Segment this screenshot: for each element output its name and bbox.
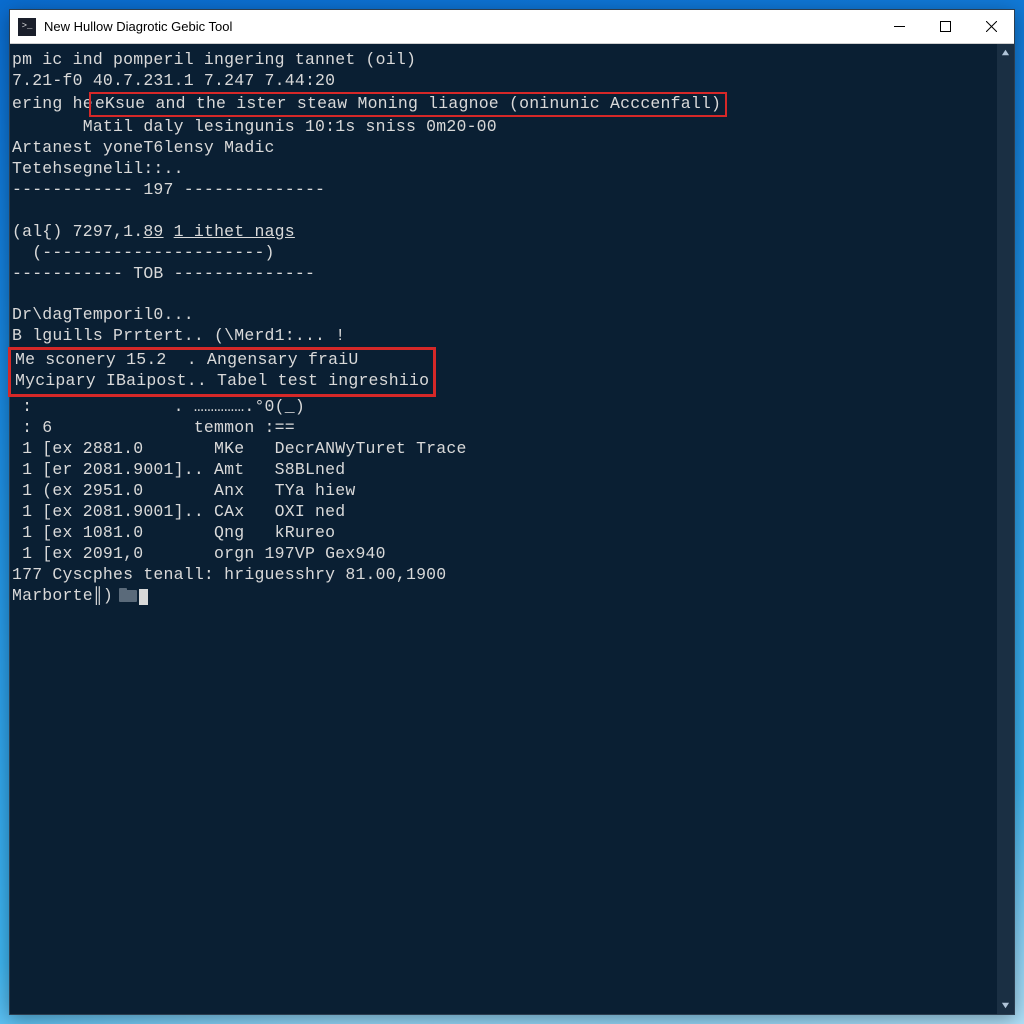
app-icon-glyph: >_ [22, 22, 33, 31]
table-row: 1 [ex 2081.9001].. CAx OXI ned [12, 502, 345, 521]
highlight-box-1: eKsue and the ister steaw Moning liagnoe… [89, 92, 727, 117]
line-prefix: ering he [12, 94, 93, 113]
console-output[interactable]: pm ic ind pomperil ingering tannet (oil)… [10, 44, 997, 1014]
divider: ----------- TOB -------------- [12, 264, 315, 283]
line: B lguills Prrtert.. (\Merd1:... ! [12, 326, 345, 345]
line: Artanest yoneT6lensy Madic [12, 138, 275, 157]
table-row: 1 (ex 2951.0 Anx TYa hiew [12, 481, 355, 500]
console-area: pm ic ind pomperil ingering tannet (oil)… [10, 44, 1014, 1014]
table-sep: : [12, 397, 32, 416]
box2-line: Mycipary IBaipost.. Tabel test ingreshii… [15, 371, 429, 390]
close-button[interactable] [968, 10, 1014, 43]
titlebar[interactable]: >_ New Hullow Diagrotic Gebic Tool [10, 10, 1014, 44]
scroll-up-button[interactable] [997, 44, 1014, 61]
link-text[interactable]: 1 ithet_nags [174, 222, 295, 241]
window-title: New Hullow Diagrotic Gebic Tool [44, 19, 876, 34]
line: pm ic ind pomperil ingering tannet (oil) [12, 50, 416, 69]
table-row: 1 [ex 2881.0 MKe DecrANWyTuret Trace [12, 439, 467, 458]
maximize-button[interactable] [922, 10, 968, 43]
cursor [139, 589, 148, 605]
minimize-button[interactable] [876, 10, 922, 43]
highlight-box-2: Me sconery 15.2 . Angensary fraiU Mycipa… [8, 347, 436, 397]
summary-line: 177 Cyscphes tenall: hriguesshry 81.00,1… [12, 565, 446, 584]
line-prefix: (al{) 7297,1. [12, 222, 143, 241]
scroll-down-button[interactable] [997, 997, 1014, 1014]
box2-line: Me sconery 15.2 . Angensary fraiU [15, 350, 358, 369]
line: Dr\dagTemporil0... [12, 305, 194, 324]
folder-icon [119, 588, 137, 602]
table-row: : 6 temmon :== [12, 418, 295, 437]
vertical-scrollbar[interactable] [997, 44, 1014, 1014]
line: Tetehsegnelil::.. [12, 159, 184, 178]
app-window: >_ New Hullow Diagrotic Gebic Tool pm ic… [9, 9, 1015, 1015]
link-text[interactable]: 89 [143, 222, 163, 241]
table-row: 1 [er 2081.9001].. Amt S8BLned [12, 460, 345, 479]
table-row: 1 [ex 1081.0 Qng kRureo [12, 523, 335, 542]
app-icon: >_ [18, 18, 36, 36]
prompt: Marborte║) [12, 586, 113, 605]
line: Matil daly lesingunis 10:1s sniss 0m20-0… [12, 117, 497, 136]
line-mid [164, 222, 174, 241]
table-sep: . …………….°0(_) [32, 397, 305, 416]
line: (----------------------) [12, 243, 275, 262]
divider: ------------ 197 -------------- [12, 180, 325, 199]
line: 7.21-f0 40.7.231.1 7.247 7.44:20 [12, 71, 335, 90]
window-controls [876, 10, 1014, 43]
table-row: 1 [ex 2091,0 orgn 197VP Gex940 [12, 544, 386, 563]
